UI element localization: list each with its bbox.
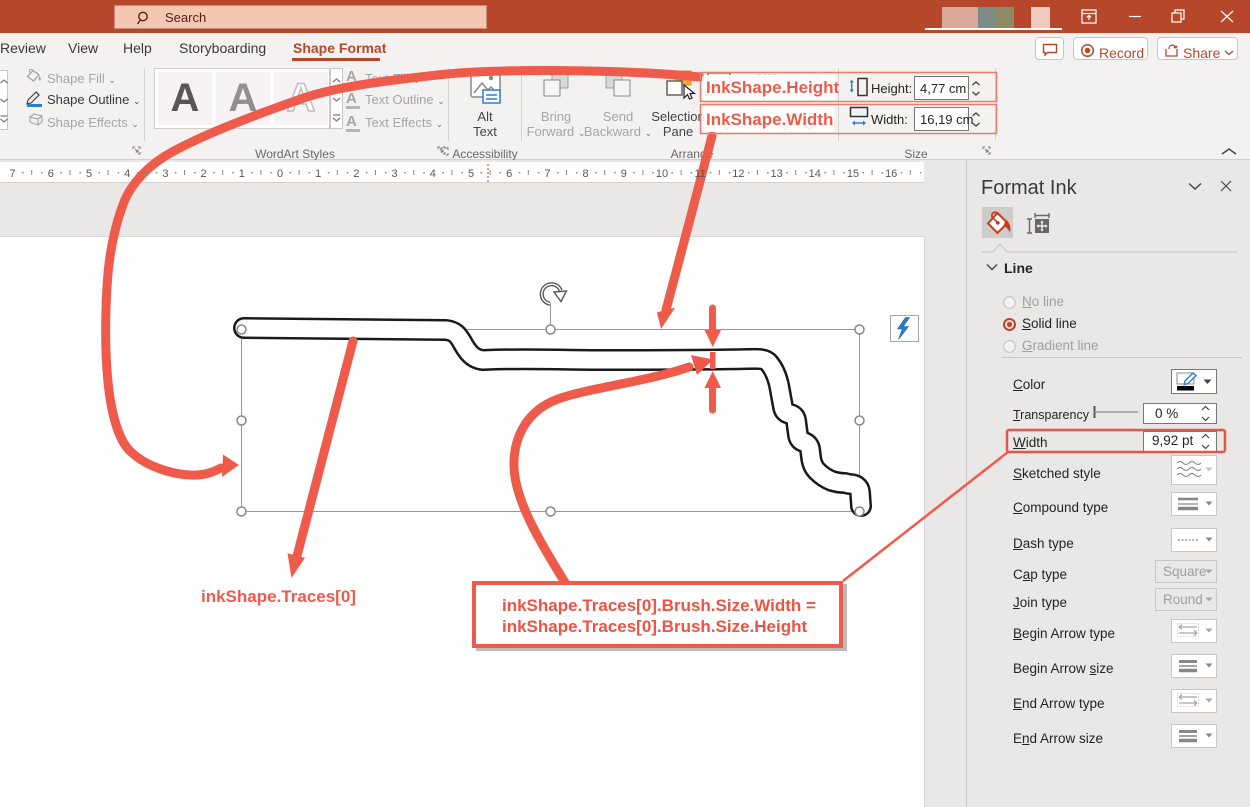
svg-text:0: 0 [277,168,283,180]
svg-text:2: 2 [353,168,359,180]
svg-text:7: 7 [544,168,550,180]
svg-text:10: 10 [656,168,668,180]
svg-text:6: 6 [48,168,54,180]
svg-text:16: 16 [885,168,897,180]
svg-text:1: 1 [239,168,245,180]
svg-text:1: 1 [315,168,321,180]
svg-text:5: 5 [468,168,474,180]
svg-text:15: 15 [847,168,859,180]
svg-text:12: 12 [732,168,744,180]
svg-text:2: 2 [201,168,207,180]
svg-text:9: 9 [621,168,627,180]
svg-text:6: 6 [506,168,512,180]
svg-text:14: 14 [809,168,821,180]
svg-text:5: 5 [86,168,92,180]
svg-text:3: 3 [392,168,398,180]
svg-text:4: 4 [124,168,130,180]
svg-text:11: 11 [694,168,705,180]
svg-text:3: 3 [162,168,168,180]
svg-text:4: 4 [430,168,436,180]
svg-text:13: 13 [770,168,782,180]
svg-text:8: 8 [583,168,589,180]
svg-text:7: 7 [10,168,16,180]
